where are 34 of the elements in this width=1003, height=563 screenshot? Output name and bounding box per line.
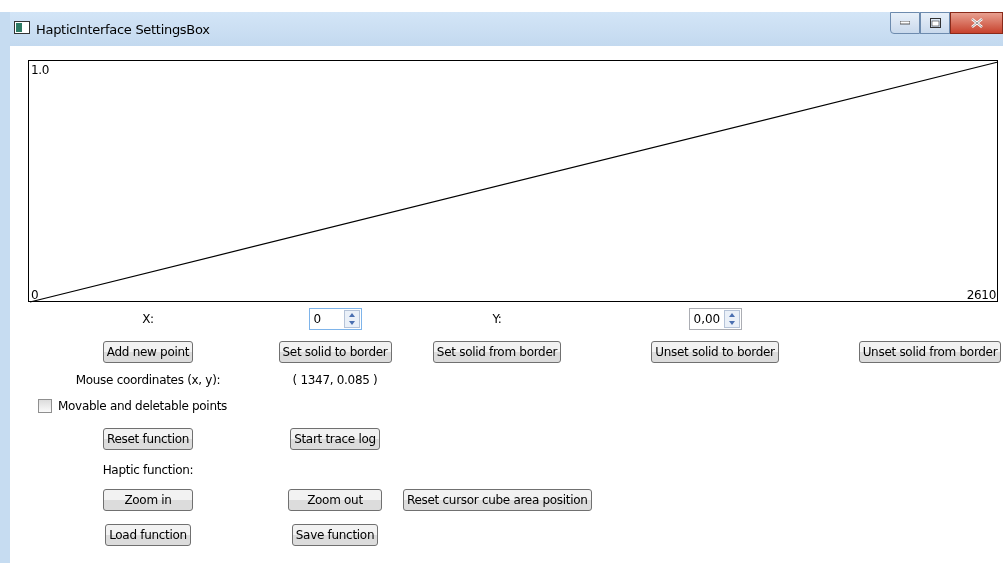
action-button[interactable]: Start trace log [290,428,380,450]
minimize-icon [900,21,910,25]
app-icon [14,21,30,34]
close-button[interactable] [950,12,1003,34]
input-field[interactable]: 0 [313,310,344,328]
input-field[interactable]: 0,00 [693,310,724,328]
haptic-function-label: Haptic function: [102,462,194,479]
y-label: Y: [492,311,502,328]
action-button[interactable]: Reset function [102,428,194,450]
mouse-coordinates-label: Mouse coordinates (x, y): [75,372,221,389]
action-button[interactable]: Zoom out [288,488,382,511]
action-button[interactable]: Set solid to border [278,341,392,363]
action-button[interactable]: Load function [105,523,191,546]
action-button[interactable]: Unset solid to border [651,341,779,363]
window-title: HapticInterface SettingsBox [36,21,210,39]
mouse-coordinates-value: ( 1347, 0.085 ) [292,372,378,389]
action-button[interactable]: Save function [291,523,379,546]
y-spinbox[interactable]: 0,00 [688,308,742,330]
maximize-button[interactable] [920,12,950,34]
function-plot[interactable]: 1.0 0 2610 [28,60,998,302]
x-spinbox[interactable]: 0 [308,308,362,330]
y-max-label: 1.0 [31,63,50,77]
action-button[interactable]: Unset solid from border [858,341,1002,363]
checkbox[interactable] [38,399,52,413]
action-button[interactable]: Reset cursor cube area position [403,488,592,511]
close-icon [970,18,983,28]
maximize-icon [929,18,941,28]
action-button[interactable]: Add new point [102,341,194,363]
action-button[interactable]: Set solid from border [432,341,562,363]
x-label: X: [142,311,154,328]
checkbox-label: Movable and deletable points [58,398,228,415]
x-max-label: 2610 [966,288,996,302]
origin-label: 0 [31,288,39,302]
action-button[interactable]: Zoom in [103,488,193,511]
